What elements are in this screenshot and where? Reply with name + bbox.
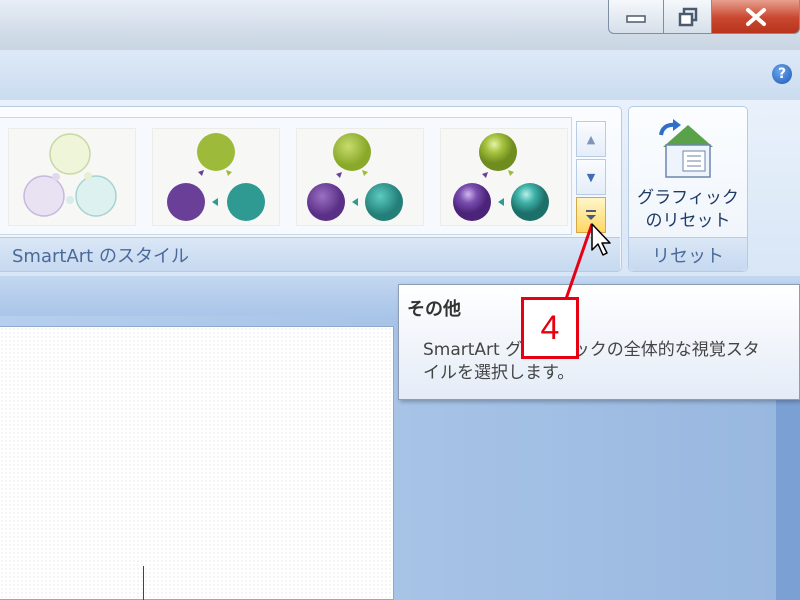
tooltip-description: SmartArt グラフィックの全体的な視覚スタイルを選択します。 — [423, 340, 760, 383]
style-preview-icon — [23, 133, 117, 217]
reset-group: グラフィック のリセット リセット — [628, 106, 748, 272]
restore-icon — [678, 7, 697, 26]
reset-label-line2: のリセット — [645, 211, 731, 231]
document-page[interactable] — [0, 326, 394, 600]
scroll-down-icon: ▼ — [586, 170, 596, 184]
reset-graphic-button[interactable]: グラフィック のリセット — [633, 111, 743, 235]
close-button[interactable] — [712, 0, 800, 34]
style-thumbnail-2[interactable] — [152, 128, 280, 226]
style-thumbnail-4[interactable] — [440, 128, 568, 226]
smartart-styles-group-label: SmartArt のスタイル — [0, 237, 620, 271]
gallery-scroll-up-button[interactable]: ▲ — [576, 121, 606, 157]
close-icon — [745, 7, 766, 26]
title-bar — [0, 0, 800, 50]
more-tooltip: その他 SmartArt グラフィックの全体的な視覚スタイルを選択します。 — [398, 284, 800, 400]
smartart-styles-group: ▲ ▼ SmartArt のスタイル — [0, 106, 622, 272]
help-button[interactable]: ? — [772, 64, 792, 84]
style-thumbnail-3[interactable] — [296, 128, 424, 226]
reset-graphic-label: グラフィック のリセット — [633, 187, 743, 233]
mouse-pointer-icon — [591, 223, 611, 256]
side-panel-edge — [776, 396, 800, 600]
gallery-scroll-down-button[interactable]: ▼ — [576, 159, 606, 195]
step-callout: 4 — [521, 297, 579, 359]
reset-graphic-icon — [659, 119, 713, 178]
scroll-up-icon: ▲ — [586, 132, 596, 146]
tooltip-title: その他 — [407, 299, 461, 320]
more-icon — [586, 210, 596, 220]
style-preview-icon — [167, 133, 265, 221]
ribbon-edge — [752, 100, 800, 276]
window-controls — [608, 0, 800, 34]
style-thumbnail-1[interactable] — [8, 128, 136, 226]
minimize-icon — [626, 14, 646, 23]
style-preview-icon — [307, 133, 403, 221]
text-cursor — [143, 566, 144, 600]
restore-button[interactable] — [664, 0, 712, 34]
style-preview-icon — [453, 133, 549, 221]
reset-label-line1: グラフィック — [637, 188, 739, 208]
style-gallery — [0, 117, 572, 235]
ribbon-tab-strip: ? — [0, 50, 800, 101]
reset-group-label: リセット — [629, 237, 747, 271]
ribbon: ▲ ▼ SmartArt のスタイル グラフィック のリセット リセット — [0, 100, 800, 276]
minimize-button[interactable] — [608, 0, 664, 34]
